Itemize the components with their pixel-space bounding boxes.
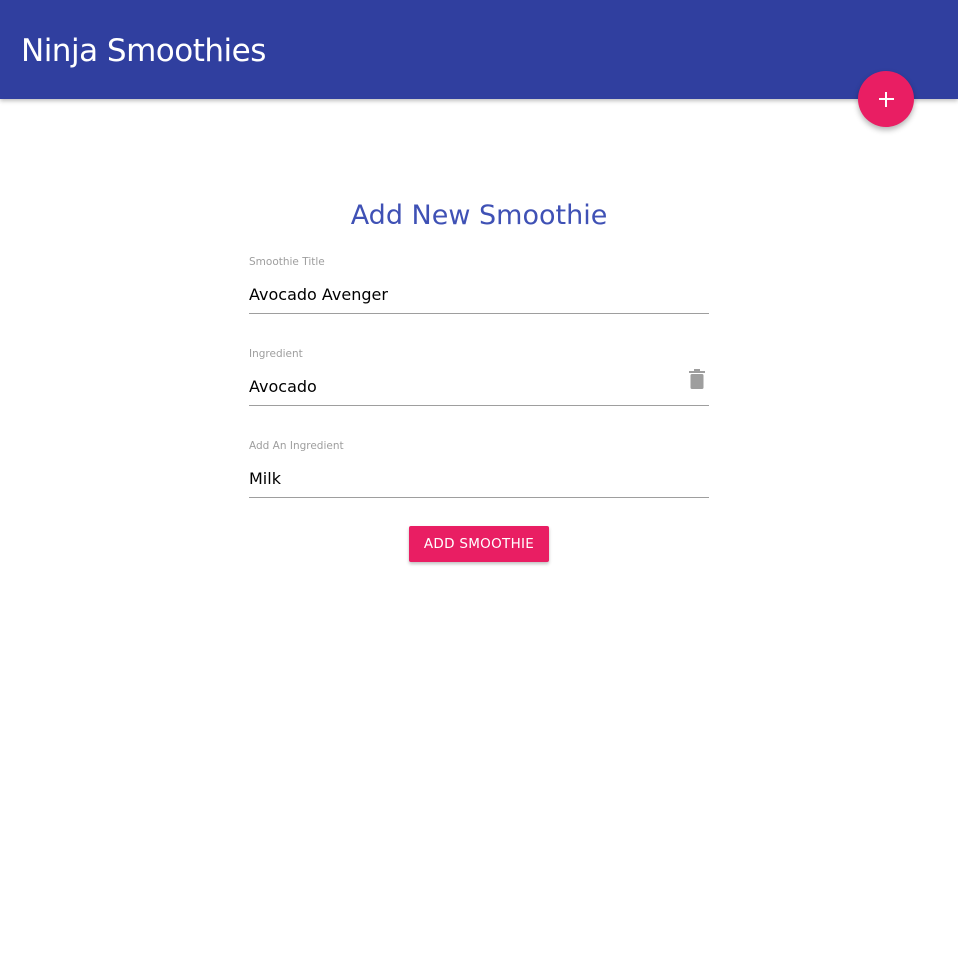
add-ingredient-label: Add An Ingredient: [249, 440, 344, 452]
smoothie-title-field: Smoothie Title: [249, 255, 709, 315]
ingredient-input[interactable]: [249, 367, 709, 406]
brand-logo[interactable]: Ninja Smoothies: [21, 30, 266, 72]
smoothie-title-input[interactable]: [249, 275, 709, 314]
add-ingredient-input[interactable]: [249, 459, 709, 498]
ingredient-label: Ingredient: [249, 348, 303, 360]
ingredient-field: Ingredient: [249, 347, 709, 407]
delete-icon[interactable]: [689, 369, 705, 389]
add-smoothie-fab-button[interactable]: [858, 71, 914, 127]
add-smoothie-button[interactable]: ADD SMOOTHIE: [409, 526, 549, 562]
navbar: Ninja Smoothies: [0, 0, 958, 99]
add-icon: [878, 91, 894, 107]
form-title: Add New Smoothie: [350, 200, 608, 231]
smoothie-title-label: Smoothie Title: [249, 256, 325, 268]
add-ingredient-field: Add An Ingredient: [249, 439, 709, 499]
